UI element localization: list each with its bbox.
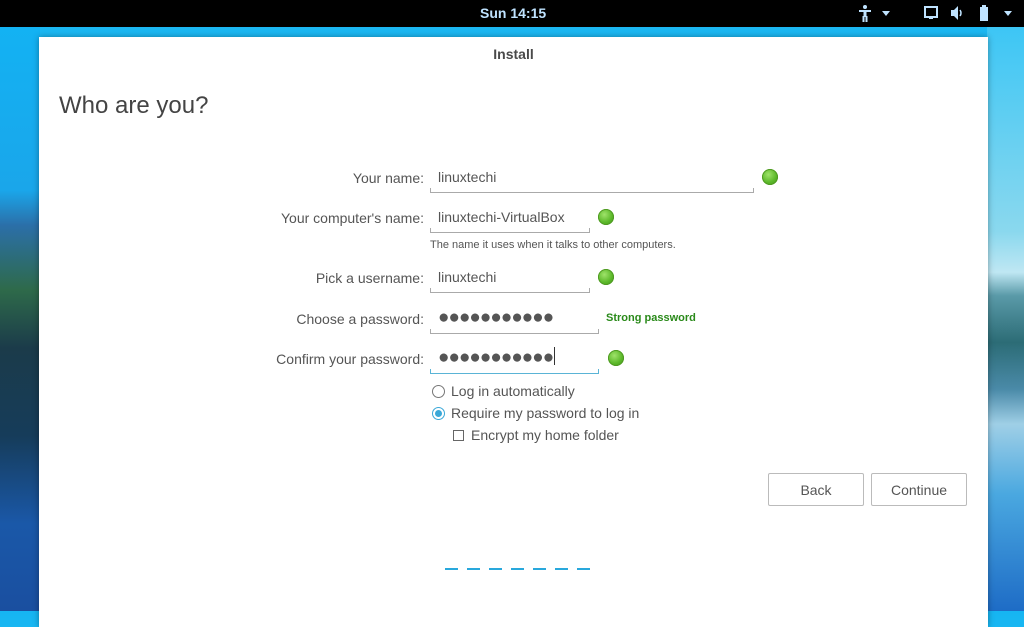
username-valid-icon bbox=[598, 269, 614, 285]
dropdown-arrow-icon[interactable] bbox=[881, 3, 891, 23]
top-bar: Sun 14:15 bbox=[0, 0, 1024, 27]
desktop-wallpaper-left bbox=[0, 27, 40, 611]
progress-step bbox=[511, 568, 524, 570]
checkbox-unchecked-icon[interactable] bbox=[453, 429, 464, 441]
login-automatically-radio[interactable]: Log in automatically bbox=[432, 383, 575, 399]
system-menu-arrow-icon[interactable] bbox=[1003, 3, 1013, 23]
computer-name-valid-icon bbox=[598, 209, 614, 225]
username-value: linuxtechi bbox=[438, 269, 497, 285]
password-field[interactable]: ●●●●●●●●●●● bbox=[430, 307, 599, 334]
desktop-wallpaper-right bbox=[987, 27, 1024, 611]
computer-name-label: Your computer's name: bbox=[280, 210, 424, 226]
computer-name-field[interactable]: linuxtechi-VirtualBox bbox=[430, 206, 590, 233]
name-label: Your name: bbox=[352, 170, 424, 186]
password-masked-value: ●●●●●●●●●●● bbox=[438, 307, 554, 328]
volume-icon[interactable] bbox=[949, 3, 965, 23]
display-icon[interactable] bbox=[923, 3, 939, 23]
radio-checked-icon[interactable] bbox=[432, 406, 445, 420]
clock[interactable]: Sun 14:15 bbox=[480, 5, 546, 21]
computer-name-hint: The name it uses when it talks to other … bbox=[430, 239, 676, 251]
name-valid-icon bbox=[762, 169, 778, 185]
password-strength: Strong password bbox=[606, 312, 696, 324]
require-password-label: Require my password to log in bbox=[451, 405, 640, 421]
step-progress-indicator bbox=[445, 568, 590, 570]
continue-button[interactable]: Continue bbox=[871, 473, 967, 506]
window-title: Install bbox=[493, 46, 534, 62]
progress-step bbox=[555, 568, 568, 570]
battery-icon[interactable] bbox=[978, 3, 990, 23]
progress-step bbox=[577, 568, 590, 570]
confirm-password-valid-icon bbox=[608, 350, 624, 366]
require-password-radio[interactable]: Require my password to log in bbox=[432, 405, 639, 421]
progress-step bbox=[445, 568, 458, 570]
accessibility-icon[interactable] bbox=[858, 3, 872, 23]
system-tray[interactable] bbox=[855, 3, 1024, 23]
confirm-password-label: Confirm your password: bbox=[276, 351, 424, 367]
login-automatically-label: Log in automatically bbox=[451, 383, 575, 399]
confirm-password-value: ●●●●●●●●●●● bbox=[438, 347, 556, 369]
back-button[interactable]: Back bbox=[768, 473, 864, 506]
progress-step bbox=[533, 568, 546, 570]
username-field[interactable]: linuxtechi bbox=[430, 266, 590, 293]
radio-unchecked-icon[interactable] bbox=[432, 384, 445, 398]
progress-step bbox=[489, 568, 502, 570]
page-title: Who are you? bbox=[59, 92, 209, 119]
encrypt-home-label: Encrypt my home folder bbox=[471, 427, 619, 443]
progress-step bbox=[467, 568, 480, 570]
confirm-password-masked: ●●●●●●●●●●● bbox=[438, 347, 554, 368]
installer-window: Install Who are you? Your name: linuxtec… bbox=[39, 37, 988, 627]
password-label: Choose a password: bbox=[296, 311, 424, 327]
confirm-password-field[interactable]: ●●●●●●●●●●● bbox=[430, 347, 599, 374]
name-value: linuxtechi bbox=[438, 169, 497, 185]
username-label: Pick a username: bbox=[315, 270, 424, 286]
encrypt-home-checkbox[interactable]: Encrypt my home folder bbox=[453, 427, 619, 443]
name-field[interactable]: linuxtechi bbox=[430, 166, 754, 193]
text-caret bbox=[554, 347, 556, 365]
computer-name-value: linuxtechi-VirtualBox bbox=[438, 209, 565, 225]
